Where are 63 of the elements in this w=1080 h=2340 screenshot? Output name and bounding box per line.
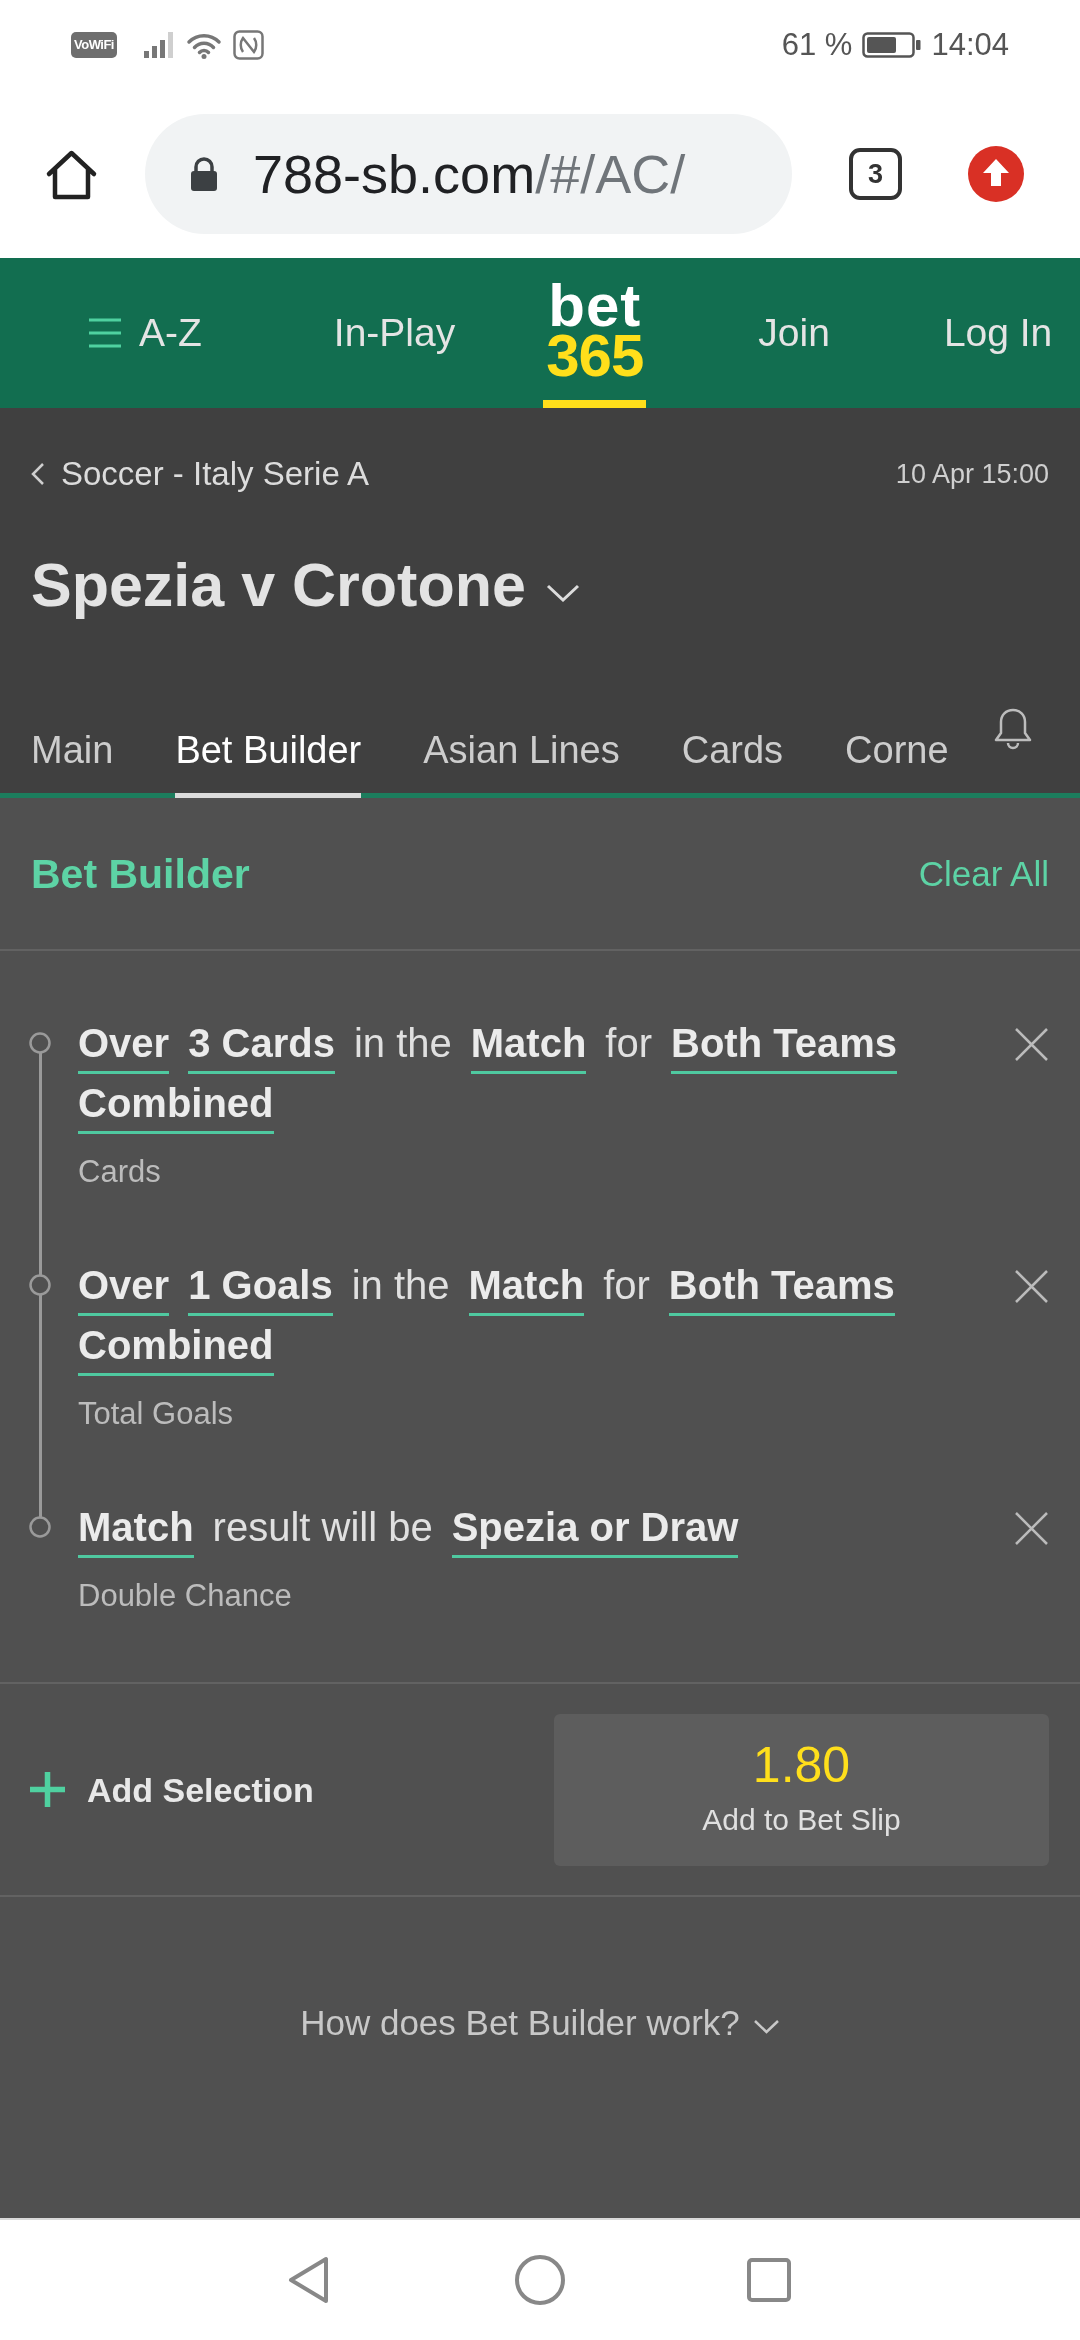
close-icon[interactable] <box>1014 1511 1049 1546</box>
clear-all-link[interactable]: Clear All <box>918 852 1049 895</box>
chevron-down-icon[interactable] <box>545 583 580 602</box>
option-link[interactable]: Combined <box>78 1321 274 1376</box>
close-icon[interactable] <box>1014 1269 1049 1304</box>
market-label: Total Goals <box>78 1396 235 1432</box>
clock-time: 14:04 <box>931 27 1009 63</box>
bell-icon[interactable] <box>993 707 1033 751</box>
battery-icon <box>862 32 922 58</box>
address-bar[interactable]: 788-sb.com/#/AC/ <box>145 114 792 234</box>
url-text: 788-sb.com/#/AC/ <box>253 143 686 206</box>
section-title: Bet Builder <box>31 849 250 898</box>
market-tab[interactable]: Asian Lines <box>423 680 620 798</box>
breadcrumb-link[interactable]: Soccer - Italy Serie A <box>31 454 370 494</box>
option-link[interactable]: Match <box>468 1261 585 1316</box>
chevron-left-icon <box>31 462 45 486</box>
timeline-dot-icon <box>29 1274 51 1296</box>
add-to-bet-slip-button[interactable]: 1.80 Add to Bet Slip <box>554 1713 1049 1866</box>
market-tab[interactable]: Main <box>31 680 114 798</box>
help-link[interactable]: How does Bet Builder work? <box>300 2002 780 2044</box>
market-label: Double Chance <box>78 1578 293 1614</box>
selection-text: in the <box>351 1262 450 1309</box>
recents-square-icon[interactable] <box>747 2258 791 2302</box>
option-link[interactable]: Match <box>470 1019 587 1074</box>
menu-icon <box>89 318 121 348</box>
nfc-icon <box>232 30 264 60</box>
lock-icon <box>188 157 220 191</box>
home-circle-icon[interactable] <box>515 2255 565 2305</box>
menu-button[interactable]: A-Z <box>89 304 202 362</box>
option-link[interactable]: Both Teams <box>668 1261 895 1316</box>
chevron-down-icon <box>752 2019 780 2035</box>
network-badge: VoWiFi <box>71 32 117 58</box>
timeline-dot-icon <box>29 1516 51 1538</box>
back-icon[interactable] <box>288 2256 329 2304</box>
tab-count-button[interactable]: 3 <box>849 148 902 200</box>
selection-text: result will be <box>212 1504 433 1551</box>
add-selection-button[interactable]: Add Selection <box>29 1769 314 1810</box>
nav-link[interactable]: Log In <box>943 304 1053 362</box>
option-link[interactable]: Match <box>78 1503 194 1558</box>
selection-text: for <box>605 1020 653 1067</box>
option-link[interactable]: 3 Cards <box>188 1019 335 1074</box>
option-link[interactable]: Both Teams <box>671 1019 897 1074</box>
option-link[interactable]: Over <box>78 1261 170 1316</box>
event-title: Spezia v Crotone <box>31 550 526 621</box>
option-link[interactable]: Combined <box>78 1079 274 1134</box>
close-icon[interactable] <box>1014 1027 1049 1062</box>
option-link[interactable]: 1 Goals <box>188 1261 333 1316</box>
selection-text: in the <box>353 1020 452 1067</box>
arrow-up-icon[interactable] <box>968 146 1024 202</box>
market-tab[interactable]: Corne <box>845 680 949 798</box>
timeline-dot-icon <box>29 1032 51 1054</box>
signal-icon <box>143 32 175 58</box>
selection-text: for <box>603 1262 650 1309</box>
event-start-time: 10 Apr 15:00 <box>895 458 1049 491</box>
market-label: Cards <box>78 1154 162 1190</box>
battery-percent: 61 % <box>781 27 853 63</box>
option-link[interactable]: Spezia or Draw <box>451 1503 739 1558</box>
plus-icon <box>29 1771 66 1808</box>
nav-link[interactable]: Join <box>758 304 830 362</box>
option-link[interactable]: Over <box>78 1019 170 1074</box>
market-tab[interactable]: Cards <box>681 680 784 798</box>
wifi-icon <box>185 31 222 59</box>
nav-link[interactable]: In-Play <box>333 304 456 362</box>
